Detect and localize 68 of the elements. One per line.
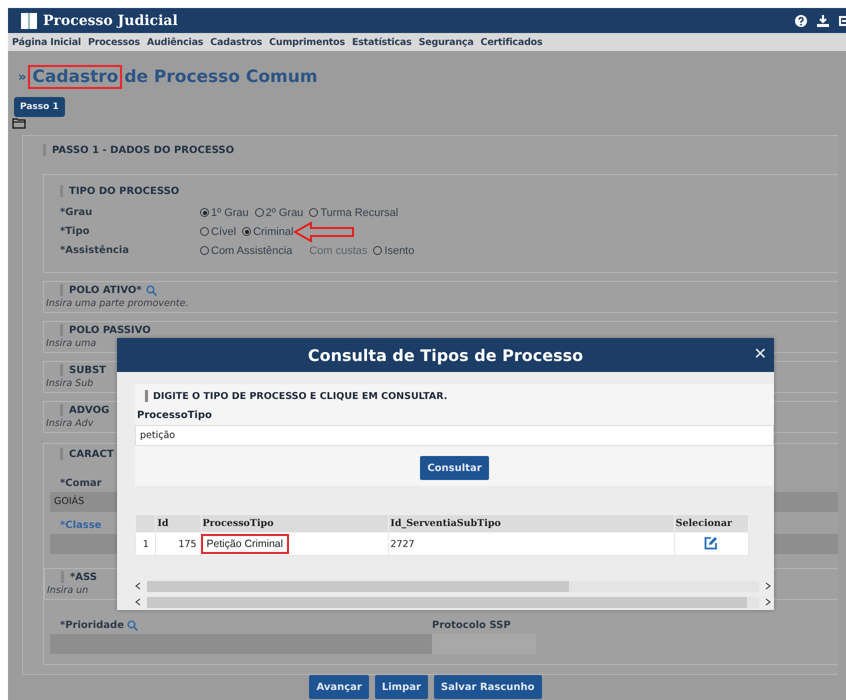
column-header: Id [156,514,202,532]
horizontal-scrollbar[interactable] [147,596,759,608]
instruction-text: DIGITE O TIPO DE PROCESSO E CLIQUE EM CONSULTAR. [153,390,448,402]
hint-text: Insira uma [46,338,96,349]
dialog-title: Consulta de Tipos de Processo [308,346,584,364]
table-cell: 2727 [388,532,674,556]
highlighted-title-word: Cadastro [30,67,120,87]
menu-item[interactable]: Cadastros [210,36,262,48]
table-cell: 175 [156,532,202,556]
column-header: ProcessoTipo [201,514,389,532]
column-header: Selecionar [674,514,748,532]
hint-text: Insira Adv [46,418,94,429]
annotation-arrow [293,220,356,242]
group-title: POLO ATIVO* [69,284,142,296]
field-label: *Classe [60,520,102,531]
menu-item[interactable]: Processos [88,36,140,48]
protocolo-field[interactable] [432,634,536,654]
menu-item[interactable]: Página Inicial [12,36,81,48]
menu-item[interactable]: Estatísticas [352,36,412,48]
field-label: *Comar [60,478,102,489]
help-icon[interactable] [795,14,807,26]
radio-option[interactable]: 2º Grau [254,206,304,218]
field-label: *Grau [60,207,94,218]
breadcrumb-mark: » [18,70,26,84]
edit-icon[interactable] [704,536,718,550]
form-button[interactable]: Avançar [309,675,369,699]
field-label: *Tipo [60,226,91,237]
step-tab[interactable]: Passo 1 [14,97,65,117]
processo-tipo-input[interactable]: petição [135,425,774,446]
prioridade-field[interactable] [50,634,432,654]
group-title: CARACT [69,448,114,460]
field-label: Protocolo SSP [432,620,511,631]
hint-text: Insira uma parte promovente. [46,298,189,309]
field-label: *Assistência [60,245,130,256]
group-title: TIPO DO PROCESSO [69,186,180,196]
horizontal-scrollbar[interactable] [147,580,759,592]
hint-text: Insira un [47,585,88,596]
menu-item[interactable]: Certificados [480,36,542,48]
group-title: SUBST [69,364,106,376]
group-title: ADVOG [69,404,110,416]
menu-item[interactable]: Audiências [146,36,204,48]
page-title: de Processo Comum [124,67,318,87]
app-title: Processo Judicial [43,12,178,28]
field-label: *Prioridade [60,620,124,631]
row-number: 1 [136,532,156,556]
group-title: *ASS [70,572,97,582]
radio-option[interactable]: Isento [373,244,414,256]
radio-option[interactable]: Criminal [242,226,294,238]
table-cell: Petição Criminal [202,536,287,552]
book-icon [20,12,38,30]
form-button[interactable]: Limpar [374,675,428,699]
consultar-button[interactable]: Consultar [420,456,489,480]
download-icon[interactable] [817,14,829,26]
form-button[interactable]: Salvar Rascunho [434,675,542,699]
folder-icon[interactable] [12,117,26,129]
radio-option[interactable]: 1º Grau [200,206,249,218]
menu-item[interactable]: Segurança [418,36,474,48]
exit-icon[interactable] [839,14,846,26]
radio-option[interactable]: Com Assistência [200,244,292,256]
column-header: Id_ServentiaSubTipo [388,514,674,532]
group-title: POLO PASSIVO [69,324,151,336]
field-label: ProcessoTipo [136,410,213,421]
radio-option[interactable]: Cível [200,226,236,238]
section-title: PASSO 1 - DADOS DO PROCESSO [52,144,234,156]
radio-option[interactable]: Turma Recursal [309,206,398,218]
menu-item[interactable]: Cumprimentos [269,36,345,48]
hint-text: Insira Sub [46,378,94,389]
close-button[interactable]: ✕ [754,344,767,363]
